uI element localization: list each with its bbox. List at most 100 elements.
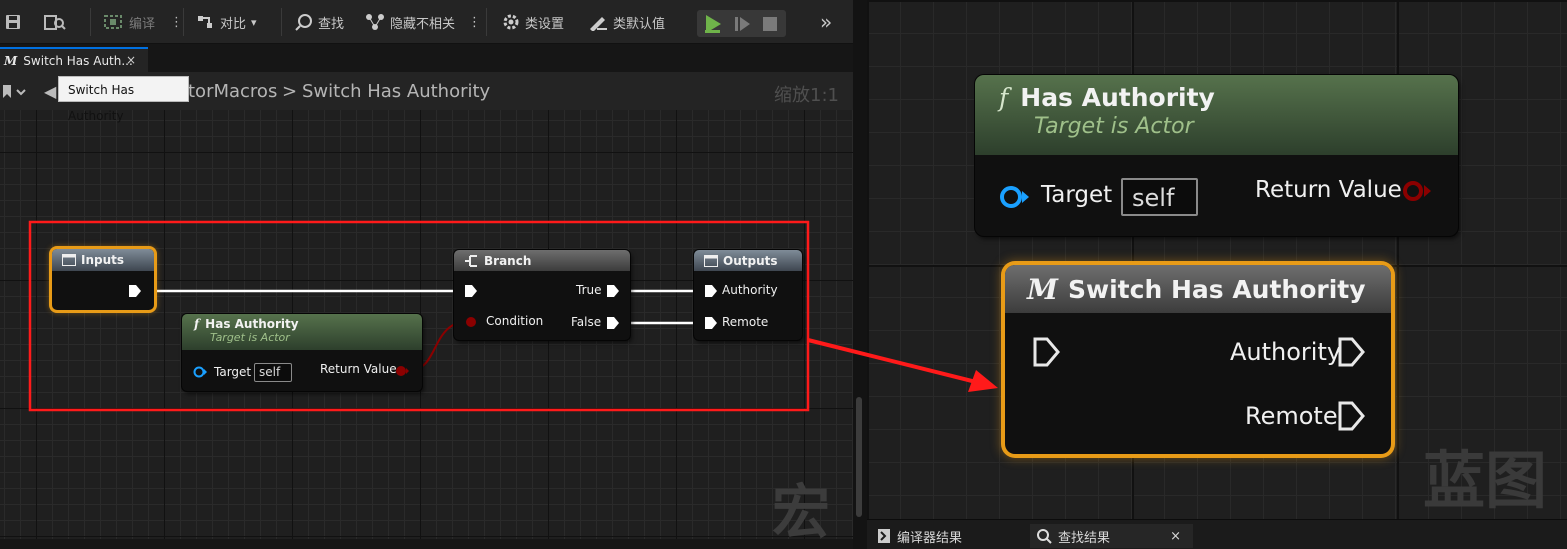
compile-icon (104, 15, 122, 29)
has-authority-node-large[interactable]: f Has Authority Target is Actor Target se… (975, 75, 1458, 236)
class-defaults-label: 类默认值 (613, 16, 666, 32)
remote-exec-pin[interactable] (704, 316, 718, 330)
remote-label: Remote (722, 315, 769, 329)
compile-label: 编译 (129, 16, 156, 32)
compiler-results-icon (878, 529, 890, 543)
authority-exec-pin[interactable] (704, 284, 718, 298)
tunnel-icon (704, 254, 718, 267)
target-pin-label: Target (214, 365, 252, 379)
gear-icon (503, 14, 519, 30)
more-options-icon[interactable]: ⋮ (170, 15, 183, 30)
has-authority-title: Has Authority (205, 317, 299, 331)
annotation-arrow (807, 338, 998, 392)
target-self-field[interactable]: self (1121, 178, 1198, 216)
class-defaults-button[interactable]: 类默认值 (588, 10, 665, 34)
results-tab-bar: 编译器结果 查找结果 × (867, 519, 1567, 549)
return-value-label: Return Value (1255, 177, 1402, 203)
function-icon: f (999, 83, 1009, 112)
compiler-results-label: 编译器结果 (897, 530, 963, 546)
status-strip (0, 539, 853, 549)
has-authority-node-header: f Has Authority Target is Actor (182, 314, 422, 350)
step-icon[interactable] (734, 14, 752, 34)
bookmark-icon[interactable] (2, 84, 30, 100)
inputs-node[interactable]: Inputs (52, 249, 154, 310)
authority-exec-pin[interactable] (1338, 337, 1366, 367)
object-input-pin[interactable] (193, 366, 207, 378)
close-icon[interactable]: × (1170, 529, 1181, 544)
object-input-pin[interactable] (999, 185, 1031, 209)
find-button[interactable]: 查找 (295, 10, 344, 34)
false-label: False (571, 315, 602, 329)
exec-input-pin[interactable] (1033, 337, 1061, 367)
overflow-chevron-icon[interactable]: » (820, 10, 832, 34)
has-authority-node-large-header: f Has Authority Target is Actor (975, 75, 1458, 155)
macro-graph-canvas[interactable]: 宏 Inputs f Has Authority Target is Actor … (0, 110, 853, 549)
compile-button[interactable]: 编译 ⋮ (104, 10, 183, 34)
has-authority-title: Has Authority (1020, 83, 1215, 112)
tab-label: Switch Has Auth... (23, 53, 133, 68)
exec-output-pin[interactable] (128, 284, 142, 298)
condition-label: Condition (486, 314, 544, 328)
close-icon[interactable]: × (126, 53, 136, 67)
has-authority-subtitle: Target is Actor (1034, 114, 1194, 139)
blueprint-graph-canvas[interactable]: 蓝图 f Has Authority Target is Actor Target… (867, 0, 1567, 519)
scrollbar-thumb[interactable] (856, 397, 862, 517)
save-icon[interactable] (4, 10, 22, 34)
back-arrow-icon[interactable]: ◀ (44, 82, 56, 101)
macro-icon: M (1027, 272, 1058, 306)
breadcrumb-parent[interactable]: torMacros (188, 81, 277, 102)
tab-find-results[interactable]: 查找结果 × (1030, 524, 1193, 548)
bool-output-pin[interactable] (1401, 179, 1433, 203)
diff-button[interactable]: 对比 ▾ (197, 10, 257, 34)
inputs-node-header: Inputs (52, 249, 154, 271)
hide-unrelated-button[interactable]: 隐藏不相关 ⋮ (365, 10, 481, 34)
branch-node-header: Branch (454, 250, 630, 271)
zoom-level: 缩放1:1 (774, 85, 839, 106)
graph-watermark: 蓝图 (1423, 444, 1548, 517)
macro-icon: M (4, 53, 18, 68)
breadcrumb-current[interactable]: Switch Has Authority (302, 81, 490, 102)
play-controls (697, 10, 786, 37)
true-label: True (576, 283, 602, 297)
remote-exec-pin[interactable] (1338, 401, 1366, 431)
exec-input-pin[interactable] (464, 284, 478, 298)
target-pin-label: Target (1041, 182, 1113, 208)
class-defaults-icon (590, 17, 607, 31)
authority-label: Authority (1230, 338, 1342, 366)
breadcrumb-separator: > (282, 81, 298, 102)
outputs-node[interactable]: Outputs Authority Remote (694, 250, 802, 340)
switch-node-header: M Switch Has Authority (1005, 265, 1391, 313)
play-icon[interactable] (703, 14, 723, 34)
has-authority-node[interactable]: f Has Authority Target is Actor Target se… (182, 314, 422, 391)
diff-icon (198, 16, 212, 28)
function-icon: f (194, 317, 200, 331)
document-tab-bar: M Switch Has Auth... × (0, 44, 853, 72)
chevron-down-icon: ▾ (251, 15, 257, 29)
outputs-node-title: Outputs (723, 253, 778, 268)
condition-input-pin[interactable] (464, 316, 478, 328)
authority-label: Authority (722, 283, 778, 297)
switch-has-authority-node[interactable]: M Switch Has Authority Authority Remote (1005, 265, 1391, 454)
stop-icon[interactable] (762, 16, 778, 32)
target-self-field[interactable]: self (254, 363, 292, 382)
find-results-label: 查找结果 (1058, 530, 1111, 546)
toolbar: 编译 ⋮ 对比 ▾ 查找 隐藏不相关 ⋮ 类设置 类默认值 » (0, 0, 853, 44)
browse-icon[interactable] (44, 10, 66, 34)
class-settings-button[interactable]: 类设置 (502, 10, 564, 34)
tab-compiler-results[interactable]: 编译器结果 (871, 524, 962, 548)
search-icon (295, 14, 312, 31)
exec-false-pin[interactable] (606, 316, 620, 330)
tab-switch-has-authority[interactable]: M Switch Has Auth... × (0, 47, 148, 72)
hide-unrelated-label: 隐藏不相关 (390, 16, 456, 32)
class-settings-label: 类设置 (525, 16, 565, 32)
has-authority-subtitle: Target is Actor (210, 331, 290, 344)
more-options-icon[interactable]: ⋮ (468, 15, 481, 30)
switch-node-title: Switch Has Authority (1068, 274, 1366, 304)
search-icon (1037, 529, 1052, 544)
tunnel-icon (62, 254, 76, 266)
hide-unrelated-icon (366, 14, 384, 30)
find-label: 查找 (318, 16, 345, 32)
bool-output-pin[interactable] (395, 365, 409, 377)
exec-true-pin[interactable] (606, 284, 620, 298)
branch-node[interactable]: Branch Condition True False (454, 250, 630, 340)
